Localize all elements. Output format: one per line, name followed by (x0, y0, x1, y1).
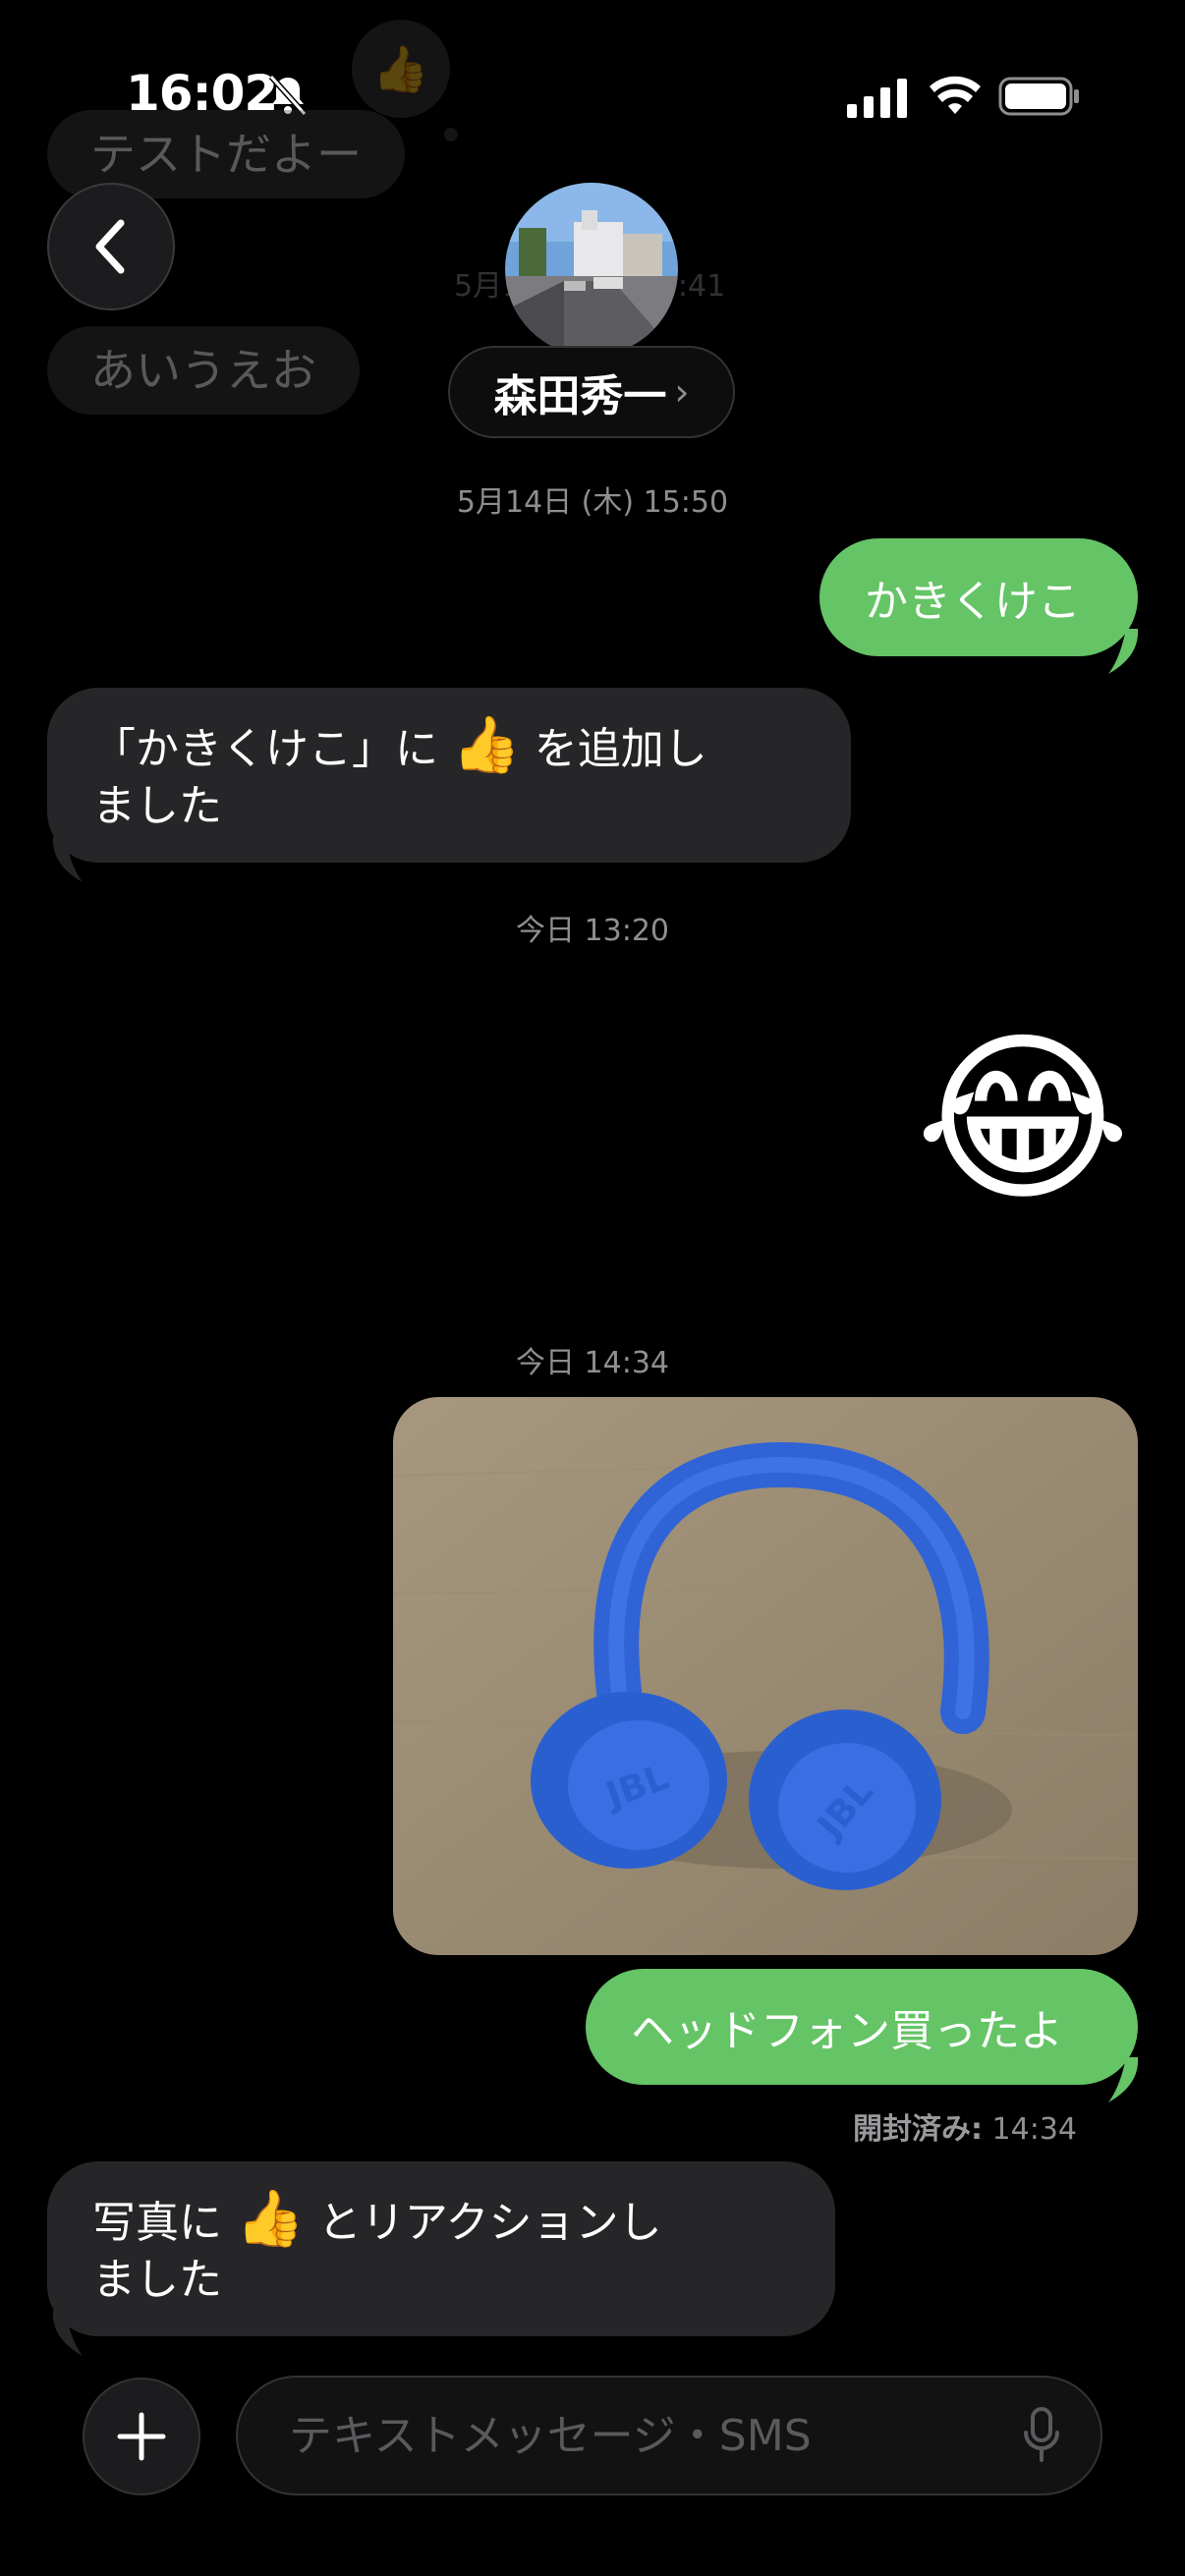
incoming-message[interactable]: 「かきくけこ」に 👍 を追加し ました (47, 688, 851, 863)
message-input-field[interactable] (236, 2376, 1102, 2495)
bubble-tail (1091, 2057, 1139, 2102)
thumbs-up-emoji: 👍 (452, 713, 521, 777)
chevron-left-icon (95, 219, 125, 274)
contact-avatar[interactable] (505, 183, 678, 356)
thumbs-up-emoji: 👍 (236, 2187, 305, 2251)
back-button[interactable] (47, 183, 175, 310)
bubble-tail (52, 837, 100, 882)
outgoing-message[interactable]: ヘッドフォン買ったよ (586, 1969, 1138, 2085)
contact-name-button[interactable]: 森田秀一 › (448, 346, 735, 438)
read-receipt-time: 14:34 (991, 2112, 1077, 2147)
faded-bubble-2: あいうえお (47, 326, 360, 415)
avatar-photo (505, 183, 678, 356)
emoji-message[interactable]: 😂 (910, 1012, 1136, 1228)
photo-message[interactable]: JBL JBL (393, 1397, 1138, 1955)
message-input[interactable] (287, 2409, 1022, 2462)
headphones-photo: JBL JBL (393, 1397, 1138, 1955)
message-line-1: 「かきくけこ」に 👍 を追加し (92, 713, 707, 777)
message-line-2: ました (92, 781, 222, 831)
chevron-right-icon: › (674, 370, 690, 414)
incoming-message[interactable]: 写真に 👍 とリアクションし ました (47, 2161, 835, 2336)
bubble-tail (1091, 629, 1139, 674)
bubble-tail (52, 2311, 100, 2356)
faded-reaction-dot (444, 128, 458, 141)
message-text: かきくけこ (865, 577, 1081, 627)
microphone-icon[interactable] (1022, 2407, 1061, 2464)
timestamp: 5月14日 (木) 15:50 (456, 485, 729, 520)
faded-reaction-bubble: 👍 (352, 20, 450, 118)
timestamp: 今日 13:20 (516, 914, 669, 948)
message-line-2: ました (92, 2255, 222, 2305)
add-attachment-button[interactable] (83, 2378, 200, 2495)
timestamp: 今日 14:34 (516, 1346, 669, 1380)
read-receipt: 開封済み: 14:34 (853, 2104, 1077, 2148)
message-line-1: 写真に 👍 とリアクションし (92, 2187, 662, 2251)
message-text: ヘッドフォン買ったよ (631, 2006, 1063, 2056)
plus-icon (117, 2412, 166, 2461)
read-receipt-label: 開封済み: (852, 2112, 983, 2147)
contact-name: 森田秀一 (493, 371, 667, 421)
